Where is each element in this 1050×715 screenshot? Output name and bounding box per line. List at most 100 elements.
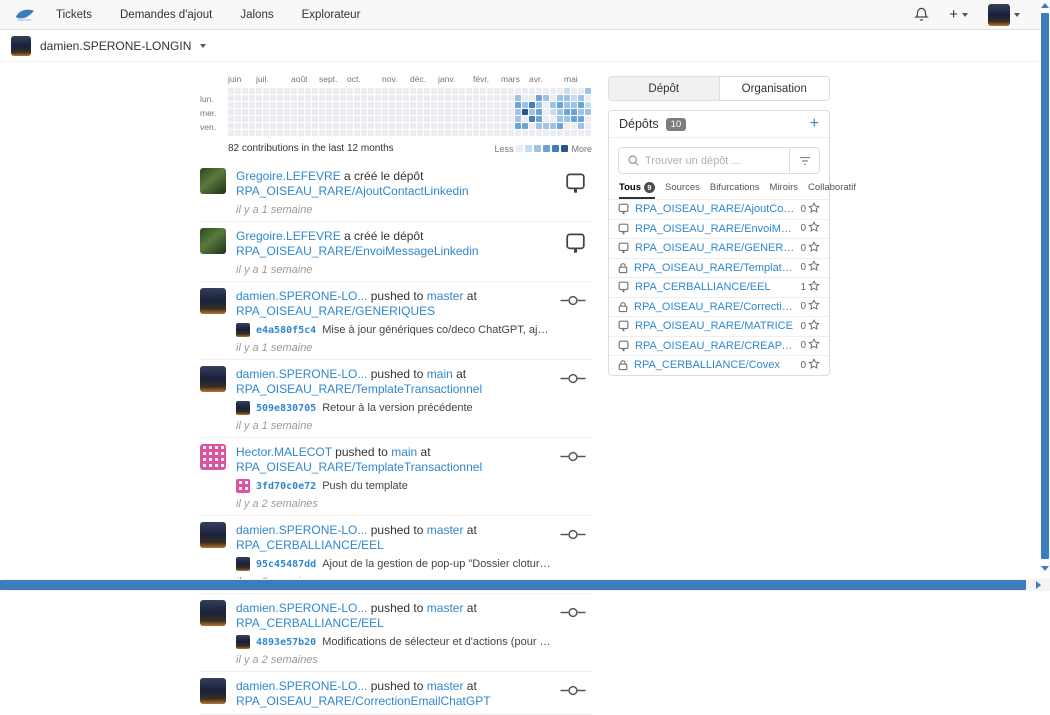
heatmap-cell — [501, 88, 507, 94]
heatmap-cell — [487, 130, 493, 136]
repo-link[interactable]: RPA_OISEAU_RARE/CREAPAGECATALOGUE — [635, 340, 794, 352]
repo-link[interactable]: RPA_OISEAU_RARE/GENERIQUES — [635, 242, 794, 254]
feed-user-link[interactable]: Gregoire.LEFEVRE — [236, 229, 341, 243]
feed-repo-link[interactable]: RPA_OISEAU_RARE/GENERIQUES — [236, 304, 435, 318]
feed-branch-link[interactable]: master — [427, 523, 464, 537]
feed-user-link[interactable]: Gregoire.LEFEVRE — [236, 169, 341, 183]
heatmap-cell — [445, 88, 451, 94]
heatmap-cell — [263, 109, 269, 115]
vertical-scrollbar[interactable] — [1040, 0, 1050, 579]
repo-star-button[interactable]: 0 — [800, 241, 820, 256]
repo-filter-sources[interactable]: Sources — [665, 182, 700, 199]
repo-filter-bifurcations[interactable]: Bifurcations — [710, 182, 760, 199]
filter-funnel-icon[interactable] — [789, 148, 819, 173]
vertical-scroll-thumb[interactable] — [1041, 13, 1049, 559]
commit-icon — [560, 526, 586, 548]
feed-branch-link[interactable]: master — [427, 601, 464, 615]
user-menu-button[interactable] — [988, 4, 1020, 26]
repo-link[interactable]: RPA_OISEAU_RARE/MATRICE — [635, 320, 794, 332]
repo-star-button[interactable]: 0 — [800, 358, 820, 373]
feed-repo-link[interactable]: RPA_OISEAU_RARE/EnvoiMessageLinkedin — [236, 244, 479, 258]
feed-repo-link[interactable]: RPA_CERBALLIANCE/EEL — [236, 616, 384, 630]
repo-link[interactable]: RPA_OISEAU_RARE/TemplateTransactionnel — [634, 262, 794, 274]
heatmap-cell — [431, 130, 437, 136]
scroll-right-icon[interactable] — [1036, 581, 1041, 589]
nav-item-jalons[interactable]: Jalons — [240, 9, 273, 21]
feed-repo-link[interactable]: RPA_OISEAU_RARE/AjoutContactLinkedin — [236, 184, 469, 198]
heatmap-cell — [529, 109, 535, 115]
repo-search-input[interactable] — [643, 154, 789, 168]
horizontal-scrollbar[interactable] — [0, 579, 1050, 591]
feed-repo-link[interactable]: RPA_OISEAU_RARE/CorrectionEmailChatGPT — [236, 694, 491, 708]
scroll-up-icon[interactable] — [1041, 3, 1049, 8]
heatmap-cell — [543, 102, 549, 108]
commit-hash-link[interactable]: 95c45487dd — [256, 559, 316, 570]
commit-hash-link[interactable]: 509e830705 — [256, 403, 316, 414]
repo-star-button[interactable]: 1 — [800, 280, 820, 295]
scroll-down-icon[interactable] — [1041, 566, 1049, 571]
repo-star-button[interactable]: 0 — [800, 202, 820, 217]
heatmap-legend: Less More — [494, 144, 592, 154]
repo-star-button[interactable]: 0 — [800, 299, 820, 314]
feed-commit-line: 4893e57b20Modifications de sélecteur et … — [236, 635, 552, 649]
legend-square — [543, 145, 550, 152]
feed-repo-link[interactable]: RPA_CERBALLIANCE/EEL — [236, 538, 384, 552]
feed-user-link[interactable]: damien.SPERONE-LO... — [236, 679, 367, 693]
heatmap-cell — [585, 116, 591, 122]
repo-filter-miroirs[interactable]: Miroirs — [770, 182, 799, 199]
heatmap-cell — [249, 88, 255, 94]
repo-filter-tous[interactable]: Tous9 — [619, 182, 655, 199]
heatmap-cell — [431, 95, 437, 101]
heatmap-cell — [431, 123, 437, 129]
repo-star-button[interactable]: 0 — [800, 260, 820, 275]
repo-link[interactable]: RPA_OISEAU_RARE/EnvoiMessageLinkedin — [635, 223, 794, 235]
repo-icon — [618, 281, 629, 293]
feed-user-link[interactable]: damien.SPERONE-LO... — [236, 367, 367, 381]
repo-link[interactable]: RPA_OISEAU_RARE/AjoutContactLinkedin — [635, 203, 794, 215]
commit-hash-link[interactable]: 4893e57b20 — [256, 637, 316, 648]
notifications-bell-icon[interactable] — [914, 7, 929, 22]
heatmap-cell — [277, 130, 283, 136]
app-logo-icon[interactable] — [14, 6, 36, 23]
heatmap-cell — [249, 116, 255, 122]
feed-user-link[interactable]: damien.SPERONE-LO... — [236, 523, 367, 537]
create-new-button[interactable]: + — [949, 6, 968, 23]
heatmap-cell — [522, 102, 528, 108]
heatmap-cell — [564, 102, 570, 108]
feed-user-link[interactable]: Hector.MALECOT — [236, 445, 332, 459]
repo-link[interactable]: RPA_CERBALLIANCE/EEL — [635, 281, 794, 293]
repo-star-count: 0 — [800, 321, 806, 332]
feed-repo-link[interactable]: RPA_OISEAU_RARE/TemplateTransactionnel — [236, 460, 482, 474]
heatmap-cell — [487, 88, 493, 94]
feed-avatar — [200, 600, 226, 626]
feed-branch-link[interactable]: master — [427, 289, 464, 303]
heatmap-cell — [550, 123, 556, 129]
repo-filter-label: Collaboratif — [808, 182, 856, 193]
feed-branch-link[interactable]: main — [427, 367, 453, 381]
repo-star-button[interactable]: 0 — [800, 221, 820, 236]
feed-repo-link[interactable]: RPA_OISEAU_RARE/TemplateTransactionnel — [236, 382, 482, 396]
feed-user-link[interactable]: damien.SPERONE-LO... — [236, 289, 367, 303]
heatmap-cell — [298, 102, 304, 108]
feed-user-link[interactable]: damien.SPERONE-LO... — [236, 601, 367, 615]
repo-star-button[interactable]: 0 — [800, 319, 820, 334]
commit-hash-link[interactable]: e4a580f5c4 — [256, 325, 316, 336]
context-switcher[interactable]: damien.SPERONE-LONGIN — [0, 30, 1050, 62]
repo-star-button[interactable]: 0 — [800, 338, 820, 353]
nav-item-demandes-d-ajout[interactable]: Demandes d'ajout — [120, 9, 212, 21]
repo-filter-collaboratif[interactable]: Collaboratif — [808, 182, 856, 199]
nav-item-tickets[interactable]: Tickets — [56, 9, 92, 21]
repo-link[interactable]: RPA_OISEAU_RARE/CorrectionEmailChatGPT — [634, 301, 794, 313]
heatmap-cell — [389, 130, 395, 136]
feed-branch-link[interactable]: main — [391, 445, 417, 459]
nav-item-explorateur[interactable]: Explorateur — [302, 9, 361, 21]
tab-depot[interactable]: Dépôt — [609, 77, 719, 100]
add-repo-button[interactable]: + — [810, 117, 819, 131]
repo-link[interactable]: RPA_CERBALLIANCE/Covex — [634, 359, 794, 371]
heatmap-cell — [424, 109, 430, 115]
commit-hash-link[interactable]: 3fd70c0e72 — [256, 481, 316, 492]
heatmap-cell — [543, 109, 549, 115]
tab-organisation[interactable]: Organisation — [719, 77, 830, 100]
feed-branch-link[interactable]: master — [427, 679, 464, 693]
horizontal-scroll-thumb[interactable] — [0, 580, 1026, 590]
